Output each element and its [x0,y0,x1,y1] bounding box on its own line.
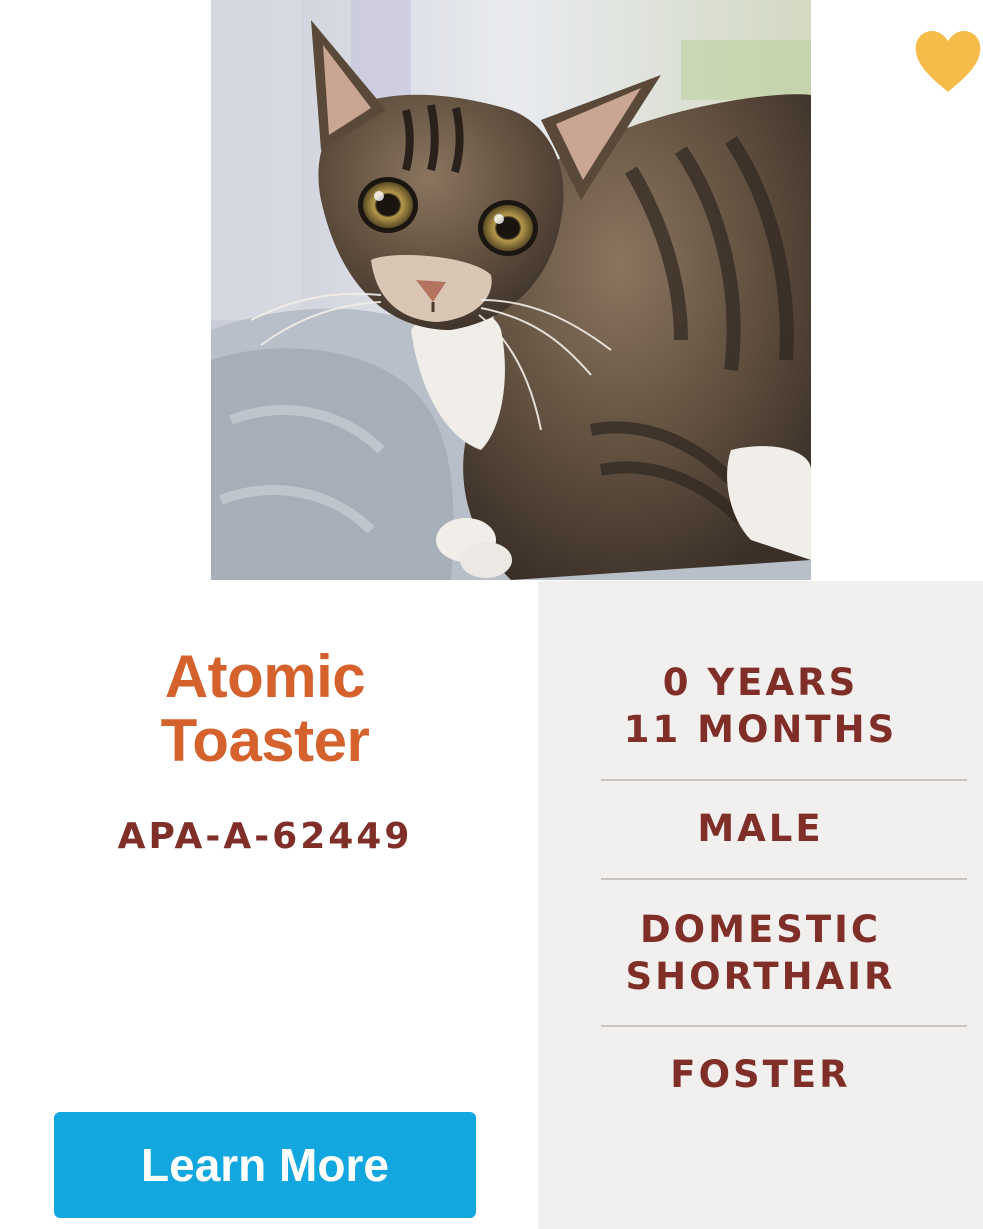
pet-location: FOSTER [670,1053,851,1096]
pet-name: Atomic Toaster [60,645,470,773]
pet-sex: MALE [697,807,824,850]
pet-card: Atomic Toaster APA-A-62449 Learn More 0 … [0,0,983,1229]
divider [601,1025,967,1027]
pet-details-panel: 0 YEARS 11 MONTHS MALE DOMESTIC SHORTHAI… [538,581,983,1229]
pet-name-line-1: Atomic [164,643,366,710]
pet-breed-line-2: SHORTHAIR [625,955,896,998]
learn-more-button[interactable]: Learn More [54,1112,476,1218]
divider [601,779,967,781]
pet-photo[interactable] [211,0,811,580]
pet-id: APA-A-62449 [117,816,413,857]
pet-age-months: 11 MONTHS [623,708,898,751]
pet-age-years: 0 YEARS [662,661,859,704]
pet-age: 0 YEARS 11 MONTHS [538,659,983,753]
divider [601,878,967,880]
favorite-heart-icon[interactable] [912,28,983,96]
pet-breed-line-1: DOMESTIC [639,908,882,951]
pet-breed: DOMESTIC SHORTHAIR [538,906,983,1000]
pet-name-line-2: Toaster [160,707,370,774]
